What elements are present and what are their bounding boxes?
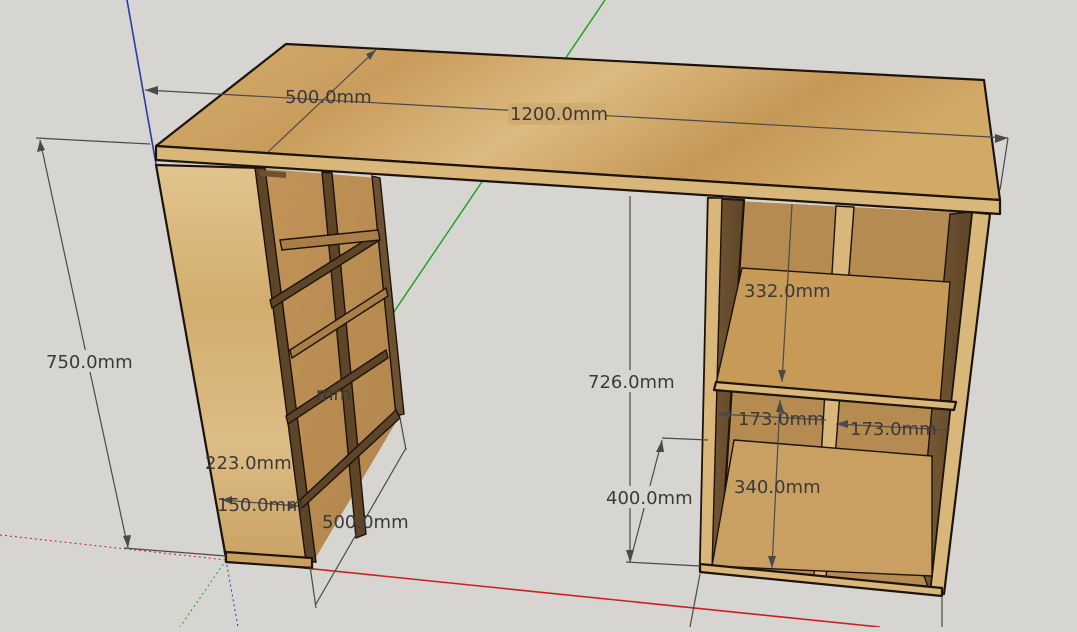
dim-left-223: 223.0mm xyxy=(205,453,292,474)
desk-model-drawing[interactable]: 500.0mm 1200.0mm 750.0mm mm 223.0mm 150.… xyxy=(0,0,1077,628)
red-axis-dotted xyxy=(0,534,227,561)
green-axis-dotted xyxy=(179,559,227,628)
dim-right-cell-left: 173.0mm xyxy=(738,409,825,430)
sketchup-viewport[interactable]: 500.0mm 1200.0mm 750.0mm mm 223.0mm 150.… xyxy=(0,0,1077,628)
dim-width-top: 1200.0mm xyxy=(510,104,608,125)
dim-right-cell-right: 173.0mm xyxy=(850,419,937,440)
dim-left-depth: 500.0mm xyxy=(322,512,409,533)
right-unit[interactable] xyxy=(698,196,992,598)
dim-right-upper-shelf: 332.0mm xyxy=(744,281,831,302)
dim-right-base-height: 400.0mm xyxy=(606,488,693,509)
dim-right-inner-height: 726.0mm xyxy=(588,372,675,393)
right-lower-shelf-surface xyxy=(711,439,933,577)
dim-left-150: 150.0mm xyxy=(217,495,304,516)
dim-right-lower-shelf: 340.0mm xyxy=(734,477,821,498)
dim-left-partial: mm xyxy=(316,384,351,405)
dim-depth-top: 500.0mm xyxy=(285,87,372,108)
dim-height-total: 750.0mm xyxy=(46,352,133,373)
blue-axis-dotted xyxy=(225,559,239,628)
